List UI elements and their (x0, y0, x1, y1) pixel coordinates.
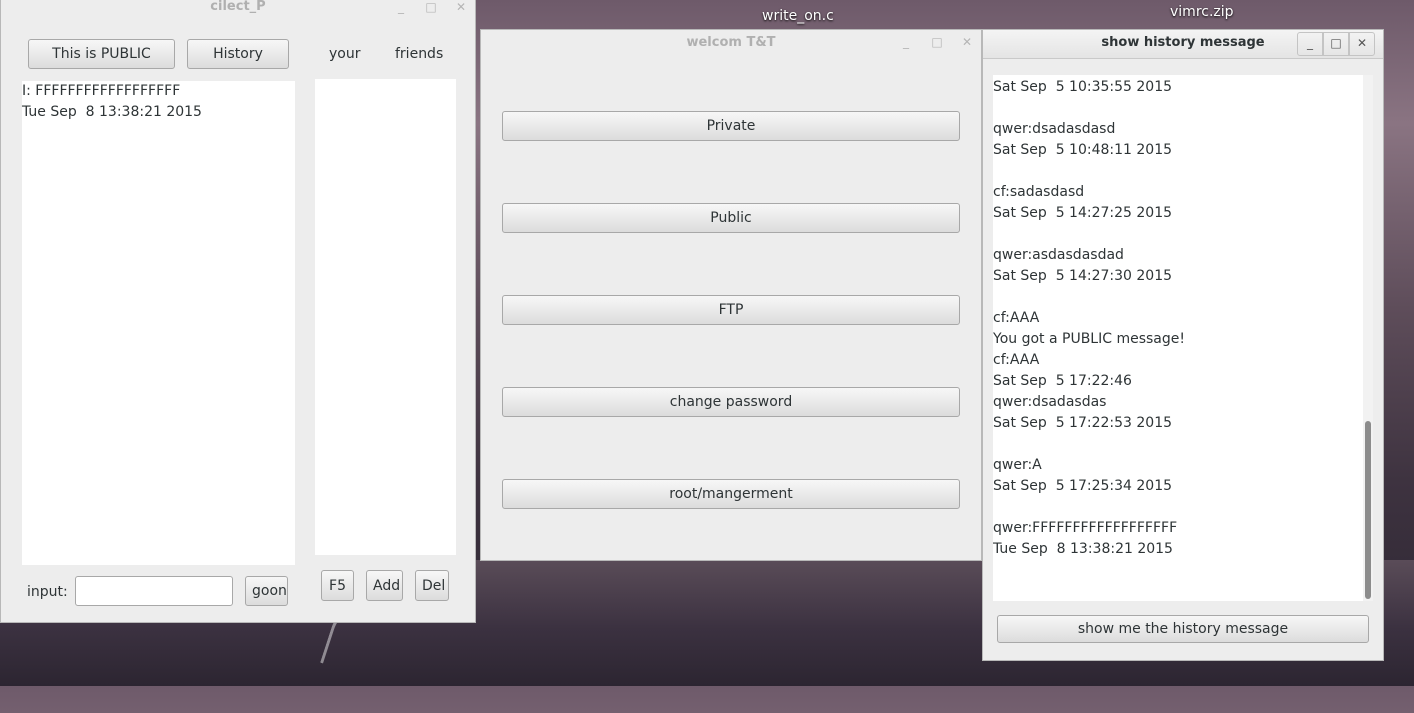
delete-friend-button[interactable]: Del (415, 570, 449, 601)
f5-refresh-button[interactable]: F5 (321, 570, 354, 601)
history-line: Sat Sep 5 14:27:25 2015 (993, 205, 1173, 221)
history-line: You got a PUBLIC message! (993, 331, 1185, 347)
history-text-area[interactable]: Sat Sep 5 10:35:55 2015 qwer:dsadasdasd Sa… (993, 75, 1373, 601)
desktop-file-write-on-c[interactable]: write_on.c (762, 8, 834, 24)
history-line: qwer:A (993, 457, 1042, 473)
scrollbar-thumb[interactable] (1365, 421, 1371, 599)
friends-list[interactable] (315, 79, 456, 555)
history-line: Sat Sep 5 14:27:30 2015 (993, 268, 1173, 284)
add-friend-button[interactable]: Add (366, 570, 403, 601)
minimize-icon[interactable]: _ (391, 0, 411, 21)
public-message-area[interactable]: I: FFFFFFFFFFFFFFFFFF Tue Sep 8 13:38:21… (22, 81, 295, 565)
maximize-icon[interactable]: □ (927, 30, 947, 56)
change-password-button[interactable]: change password (502, 387, 960, 417)
column-label-friends: friends (395, 46, 444, 62)
show-history-button[interactable]: show me the history message (997, 615, 1369, 643)
scrollbar-track[interactable] (1363, 75, 1373, 601)
history-line: Sat Sep 5 17:22:46 (993, 373, 1132, 389)
maximize-icon[interactable]: □ (1323, 32, 1349, 56)
history-button[interactable]: History (187, 39, 289, 69)
close-icon[interactable]: ✕ (1349, 32, 1375, 56)
desktop-file-vimrc-zip[interactable]: vimrc.zip (1170, 4, 1234, 20)
history-line: qwer:asdasdasdad (993, 247, 1124, 263)
history-line: cf:AAA (993, 352, 1040, 368)
history-line: Tue Sep 8 13:38:21 2015 (993, 541, 1173, 557)
history-line: qwer:FFFFFFFFFFFFFFFFFF (993, 520, 1178, 536)
history-line: qwer:dsadasdasd (993, 121, 1116, 137)
history-window: show history message _ □ ✕ Sat Sep 5 10:… (982, 29, 1384, 661)
column-label-your: your (329, 46, 361, 62)
history-line: Sat Sep 5 10:35:55 2015 (993, 79, 1173, 95)
history-line: Sat Sep 5 10:48:11 2015 (993, 142, 1173, 158)
history-line: Sat Sep 5 17:22:53 2015 (993, 415, 1173, 431)
root-management-button[interactable]: root/mangerment (502, 479, 960, 509)
minimize-icon[interactable]: _ (1297, 32, 1323, 56)
private-button[interactable]: Private (502, 111, 960, 141)
history-line: cf:sadasdasd (993, 184, 1085, 200)
input-label: input: (27, 584, 68, 600)
maximize-icon[interactable]: □ (421, 0, 441, 21)
close-icon[interactable]: ✕ (451, 0, 471, 21)
message-line: Tue Sep 8 13:38:21 2015 (22, 104, 202, 120)
message-input[interactable] (75, 576, 233, 606)
main-window: welcom T&T _ □ ✕ Private Public FTP chan… (480, 29, 982, 561)
minimize-icon[interactable]: _ (896, 30, 916, 56)
public-button[interactable]: This is PUBLIC (28, 39, 175, 69)
public-button[interactable]: Public (502, 203, 960, 233)
history-line: Sat Sep 5 17:25:34 2015 (993, 478, 1173, 494)
close-icon[interactable]: ✕ (957, 30, 977, 56)
message-line: I: FFFFFFFFFFFFFFFFFF (22, 83, 181, 99)
history-line: qwer:dsadasdas (993, 394, 1107, 410)
history-line: cf:AAA (993, 310, 1040, 326)
ftp-button[interactable]: FTP (502, 295, 960, 325)
client-window: cilect_P _ □ ✕ This is PUBLIC History yo… (0, 0, 476, 623)
goon-button[interactable]: goon (245, 576, 288, 606)
